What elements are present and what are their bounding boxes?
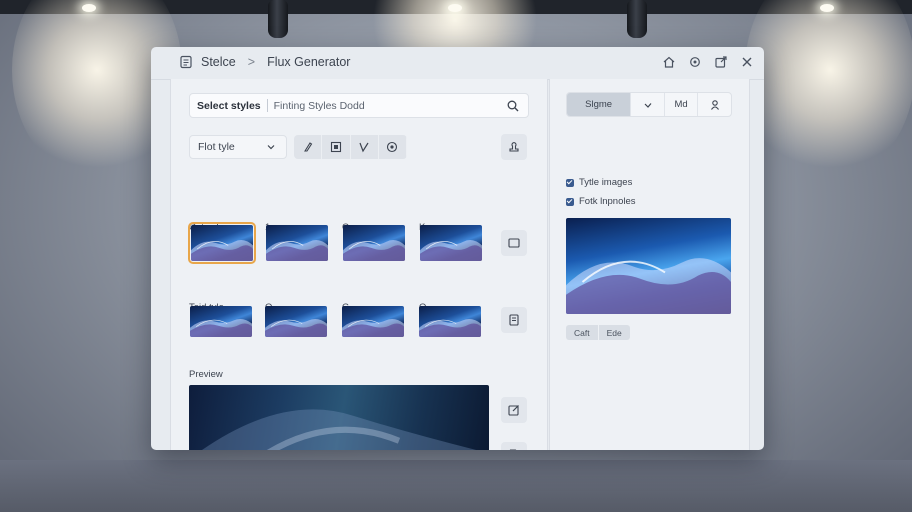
file-button[interactable] — [501, 442, 527, 450]
frame-button[interactable] — [501, 230, 527, 256]
settings-panel: Slgme Md Tytle images Fotk lnpnoles Caft… — [549, 79, 750, 450]
search-input[interactable]: Finting Styles Dodd — [274, 100, 506, 112]
breadcrumb-separator: > — [247, 55, 256, 69]
document-icon[interactable] — [179, 55, 193, 69]
checkbox-checked[interactable] — [566, 178, 574, 187]
file-icon — [507, 448, 521, 450]
checkbox-font[interactable]: Fotk lnpnoles — [566, 196, 636, 207]
preview-canvas — [189, 385, 489, 450]
tool-image[interactable] — [322, 135, 351, 159]
ceiling-lamp — [448, 4, 462, 12]
app-window: Stelce > Flux Generator Select styles Fi… — [151, 47, 764, 450]
brush-icon — [301, 140, 315, 154]
checkbox-checked[interactable] — [566, 197, 574, 206]
tool-brush[interactable] — [294, 135, 323, 159]
track-fixture — [627, 0, 647, 38]
search-icon[interactable] — [506, 99, 520, 113]
preview-label: Preview — [189, 369, 223, 380]
frame-icon — [507, 236, 521, 250]
tool-globe[interactable] — [379, 135, 407, 159]
style-thumbnail[interactable] — [420, 225, 482, 261]
pen-icon — [357, 140, 371, 154]
tool-pen[interactable] — [351, 135, 379, 159]
style-thumbnail[interactable] — [419, 306, 481, 337]
segment-style-label: Slgme — [585, 99, 613, 110]
breadcrumb: Stelce > Flux Generator — [179, 55, 350, 69]
segment-md-label: Md — [674, 99, 688, 110]
ceiling-lamp — [82, 4, 96, 12]
titlebar: Stelce > Flux Generator — [151, 47, 764, 80]
search-divider — [266, 99, 268, 112]
generated-image[interactable] — [566, 218, 731, 314]
checkbox-style-images[interactable]: Tytle images — [566, 177, 632, 188]
titlebar-actions — [662, 55, 754, 69]
chevron-down-icon — [264, 140, 278, 154]
settings-icon[interactable] — [688, 55, 702, 69]
document-icon — [507, 313, 521, 327]
style-thumbnail[interactable] — [266, 225, 328, 261]
spotlight-glow — [745, 0, 912, 180]
action-pills: Caft Ede — [566, 325, 630, 340]
ceiling-lamp — [820, 4, 834, 12]
style-thumbnail[interactable] — [343, 225, 405, 261]
pill-ede[interactable]: Ede — [597, 325, 630, 340]
breadcrumb-root[interactable]: Stelce — [201, 55, 236, 69]
check-icon — [641, 98, 655, 112]
export-icon[interactable] — [714, 55, 728, 69]
document-button[interactable] — [501, 307, 527, 333]
checkbox-label: Tytle images — [579, 177, 633, 188]
segment-user[interactable] — [697, 93, 731, 116]
style-thumbnail[interactable] — [188, 222, 256, 264]
style-thumbnail[interactable] — [342, 306, 404, 337]
style-dropdown[interactable]: Flot tyle — [189, 135, 287, 159]
stamp-button[interactable] — [501, 134, 527, 160]
app-title: Flux Generator — [267, 55, 351, 69]
checkbox-label: Fotk lnpnoles — [579, 196, 636, 207]
pill-caft[interactable]: Caft — [566, 325, 598, 340]
style-dropdown-value: Flot tyle — [198, 141, 235, 153]
search-bar[interactable]: Select styles Finting Styles Dodd — [189, 93, 529, 118]
edit-button[interactable] — [501, 397, 527, 423]
tool-group — [294, 135, 407, 159]
globe-icon — [385, 140, 399, 154]
segment-check[interactable] — [630, 93, 664, 116]
close-icon[interactable] — [740, 55, 754, 69]
edit-icon — [507, 403, 521, 417]
view-segmented-control: Slgme Md — [566, 92, 732, 117]
style-thumbnail[interactable] — [190, 306, 252, 337]
style-panel: Select styles Finting Styles Dodd Flot t… — [170, 79, 548, 450]
segment-style[interactable]: Slgme — [567, 93, 631, 116]
style-thumbnail[interactable] — [265, 306, 327, 337]
floor — [0, 460, 912, 512]
stamp-icon — [507, 140, 521, 154]
user-icon — [708, 98, 722, 112]
segment-md[interactable]: Md — [663, 93, 698, 116]
home-icon[interactable] — [662, 55, 676, 69]
track-fixture — [268, 0, 288, 38]
search-label: Select styles — [197, 99, 261, 112]
image-icon — [329, 140, 343, 154]
